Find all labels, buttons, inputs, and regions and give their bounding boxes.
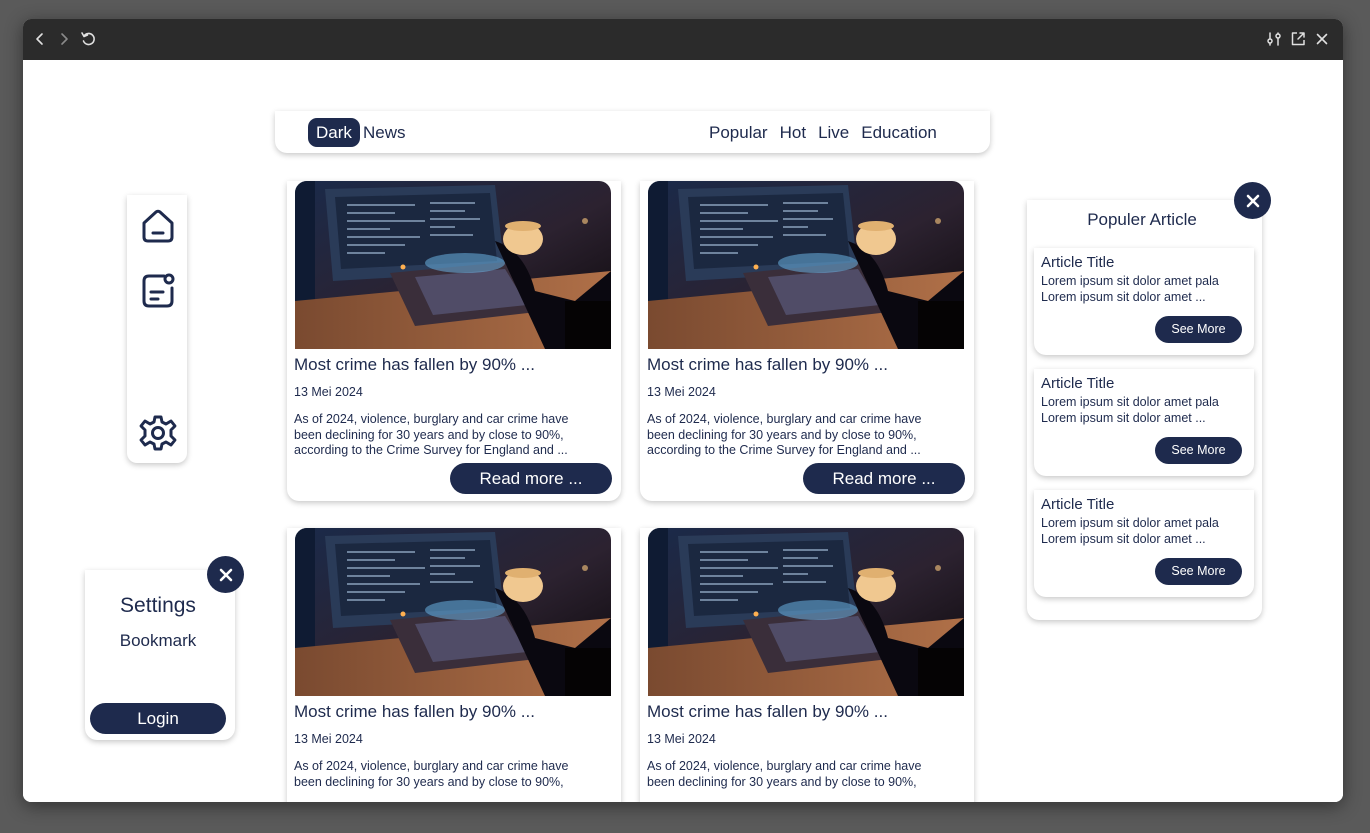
popular-article-title[interactable]: Article Title [1041, 375, 1114, 392]
read-more-button[interactable]: Read more ... [803, 463, 965, 494]
browser-window: Dark News Popular Hot Live Education Set… [23, 19, 1343, 802]
bookmark-link[interactable]: Bookmark [85, 631, 231, 651]
article-card: Most crime has fallen by 90% ... 13 Mei … [640, 528, 974, 802]
see-more-button[interactable]: See More [1155, 316, 1242, 343]
forward-icon[interactable] [55, 30, 73, 48]
notes-icon[interactable] [136, 268, 180, 312]
article-date: 13 Mei 2024 [294, 732, 363, 746]
close-icon[interactable] [1313, 30, 1331, 48]
hacker-laptop-photo[interactable] [648, 181, 964, 349]
article-card: Most crime has fallen by 90% ... 13 Mei … [640, 181, 974, 501]
home-icon[interactable] [136, 203, 180, 247]
hacker-laptop-photo[interactable] [648, 528, 964, 696]
brand-logo[interactable]: Dark [308, 118, 360, 147]
article-title[interactable]: Most crime has fallen by 90% ... [647, 355, 888, 375]
popular-articles-panel: Populer Article Article Title Lorem ipsu… [1027, 200, 1262, 620]
article-card: Most crime has fallen by 90% ... 13 Mei … [287, 181, 621, 501]
article-card: Most crime has fallen by 90% ... 13 Mei … [287, 528, 621, 802]
article-title[interactable]: Most crime has fallen by 90% ... [294, 702, 535, 722]
popular-title: Populer Article [1087, 210, 1197, 229]
article-description: As of 2024, violence, burglary and car c… [647, 412, 922, 457]
title-bar [23, 19, 1343, 60]
settings-panel: Settings Bookmark Login [85, 570, 235, 740]
popular-article-desc: Lorem ipsum sit dolor amet pala Lorem ip… [1041, 395, 1219, 425]
article-description: As of 2024, violence, burglary and car c… [294, 412, 569, 457]
popular-article-desc: Lorem ipsum sit dolor amet pala Lorem ip… [1041, 516, 1219, 546]
article-description: As of 2024, violence, burglary and car c… [294, 759, 569, 789]
close-settings-icon[interactable] [207, 556, 244, 593]
brand-name: News [363, 123, 406, 142]
page-content: Dark News Popular Hot Live Education Set… [23, 60, 1343, 802]
nav-link-education[interactable]: Education [861, 118, 937, 147]
nav-link-popular[interactable]: Popular [709, 118, 768, 147]
article-title[interactable]: Most crime has fallen by 90% ... [294, 355, 535, 375]
hacker-laptop-photo[interactable] [295, 181, 611, 349]
tune-icon[interactable] [1265, 30, 1283, 48]
back-icon[interactable] [31, 30, 49, 48]
hacker-laptop-photo[interactable] [295, 528, 611, 696]
article-date: 13 Mei 2024 [294, 385, 363, 399]
reload-icon[interactable] [79, 30, 97, 48]
popular-article-item: Article Title Lorem ipsum sit dolor amet… [1034, 490, 1254, 597]
sidebar [127, 195, 187, 463]
popular-article-title[interactable]: Article Title [1041, 254, 1114, 271]
settings-title: Settings [120, 594, 196, 617]
login-button[interactable]: Login [90, 703, 226, 734]
popular-article-desc: Lorem ipsum sit dolor amet pala Lorem ip… [1041, 274, 1219, 304]
top-nav: Dark News Popular Hot Live Education [275, 111, 990, 153]
article-title[interactable]: Most crime has fallen by 90% ... [647, 702, 888, 722]
popular-article-item: Article Title Lorem ipsum sit dolor amet… [1034, 369, 1254, 476]
see-more-button[interactable]: See More [1155, 558, 1242, 585]
read-more-button[interactable]: Read more ... [450, 463, 612, 494]
popular-article-title[interactable]: Article Title [1041, 496, 1114, 513]
nav-links: Popular Hot Live Education [709, 118, 937, 147]
article-description: As of 2024, violence, burglary and car c… [647, 759, 922, 789]
close-popular-icon[interactable] [1234, 182, 1271, 219]
see-more-button[interactable]: See More [1155, 437, 1242, 464]
article-date: 13 Mei 2024 [647, 385, 716, 399]
nav-link-hot[interactable]: Hot [780, 118, 806, 147]
settings-gear-icon[interactable] [136, 411, 180, 455]
article-date: 13 Mei 2024 [647, 732, 716, 746]
popular-article-item: Article Title Lorem ipsum sit dolor amet… [1034, 248, 1254, 355]
open-external-icon[interactable] [1289, 30, 1307, 48]
nav-link-live[interactable]: Live [818, 118, 849, 147]
